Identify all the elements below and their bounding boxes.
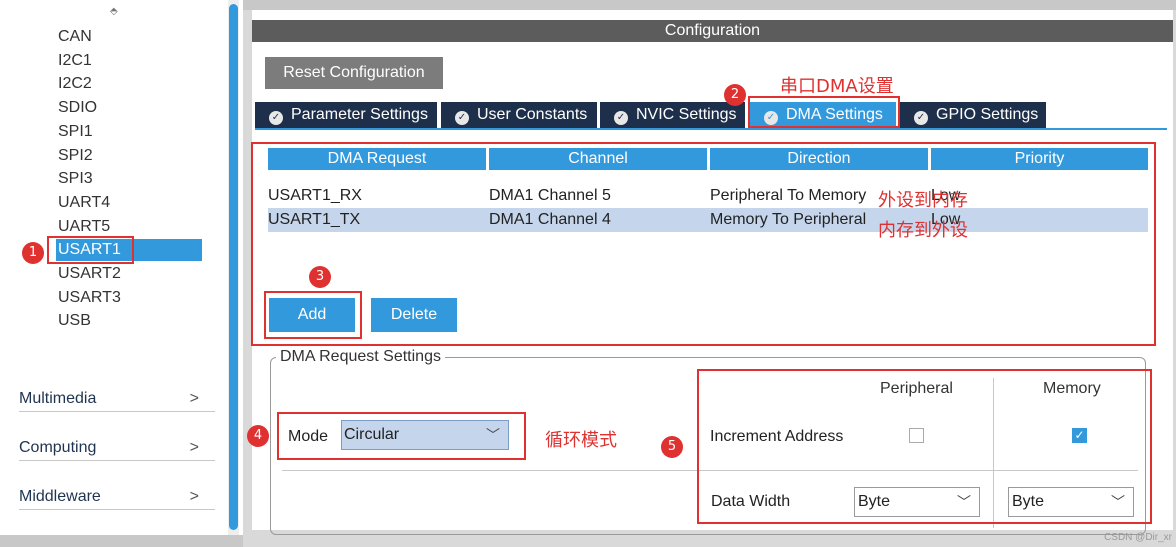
annotation-box-add xyxy=(264,291,362,339)
category-middleware[interactable]: Middleware > xyxy=(19,484,215,510)
tab-label: Parameter Settings xyxy=(291,106,428,123)
tab-user-constants[interactable]: ✓ User Constants xyxy=(441,102,597,128)
app-window: ⬘ CAN I2C1 I2C2 SDIO SPI1 SPI2 SPI3 UART4 UART5 U… xyxy=(0,0,1176,547)
sidebar-item-uart5[interactable]: UART5 xyxy=(58,216,110,238)
annotation-box-usart1 xyxy=(47,236,134,264)
chevron-right-icon: > xyxy=(189,439,199,456)
check-circle-icon: ✓ xyxy=(455,111,469,125)
panel-top-border xyxy=(243,0,1176,10)
annotation-badge: 1 xyxy=(22,242,44,264)
tab-label: User Constants xyxy=(477,106,588,123)
check-circle-icon: ✓ xyxy=(269,111,283,125)
sidebar-item-i2c1[interactable]: I2C1 xyxy=(58,50,92,72)
group-legend: DMA Request Settings xyxy=(276,348,445,366)
annotation-badge: 5 xyxy=(661,436,683,458)
annotation-badge: 4 xyxy=(247,425,269,447)
sidebar-item-usb[interactable]: USB xyxy=(58,310,91,332)
chevron-right-icon: > xyxy=(189,488,199,505)
sidebar-scrollbar[interactable] xyxy=(228,0,239,547)
annotation-box-dma-tab xyxy=(748,96,900,128)
sidebar-item-spi2[interactable]: SPI2 xyxy=(58,145,93,167)
sidebar: ⬘ CAN I2C1 I2C2 SDIO SPI1 SPI2 SPI3 UART4 UART5 U… xyxy=(0,0,228,547)
watermark: CSDN @Dir_xr xyxy=(1104,532,1172,543)
scroll-up-icon[interactable]: ⬘ xyxy=(110,6,118,17)
annotation-mode-note: 循环模式 xyxy=(545,430,617,451)
tab-gpio-settings[interactable]: ✓ GPIO Settings xyxy=(900,102,1046,128)
tab-parameter-settings[interactable]: ✓ Parameter Settings xyxy=(255,102,437,128)
category-computing[interactable]: Computing > xyxy=(19,435,215,461)
annotation-box-mode xyxy=(277,412,526,460)
category-label: Computing xyxy=(19,439,97,456)
tab-nvic-settings[interactable]: ✓ NVIC Settings xyxy=(600,102,745,128)
check-circle-icon: ✓ xyxy=(914,111,928,125)
config-title: Configuration xyxy=(252,20,1173,42)
category-label: Middleware xyxy=(19,488,101,505)
chevron-right-icon: > xyxy=(189,390,199,407)
annotation-box-address-width xyxy=(697,369,1152,524)
annotation-tx-note: 内存到外设 xyxy=(878,220,968,241)
category-multimedia[interactable]: Multimedia > xyxy=(19,386,215,412)
tab-label: GPIO Settings xyxy=(936,106,1039,123)
category-label: Multimedia xyxy=(19,390,97,407)
sidebar-item-spi1[interactable]: SPI1 xyxy=(58,121,93,143)
bottom-bar xyxy=(0,535,243,547)
sidebar-item-usart3[interactable]: USART3 xyxy=(58,287,121,309)
sidebar-item-can[interactable]: CAN xyxy=(58,26,92,48)
annotation-badge: 3 xyxy=(309,266,331,288)
check-circle-icon: ✓ xyxy=(614,111,628,125)
annotation-dma-settings-note: 串口DMA设置 xyxy=(780,76,894,97)
annotation-box-dma-table xyxy=(251,142,1156,346)
sidebar-item-usart2[interactable]: USART2 xyxy=(58,263,121,285)
sidebar-item-uart4[interactable]: UART4 xyxy=(58,192,110,214)
divider xyxy=(282,470,697,471)
tab-underline xyxy=(255,128,1167,130)
reset-configuration-button[interactable]: Reset Configuration xyxy=(265,57,443,89)
tab-label: NVIC Settings xyxy=(636,106,737,123)
sidebar-item-i2c2[interactable]: I2C2 xyxy=(58,73,92,95)
sidebar-item-spi3[interactable]: SPI3 xyxy=(58,168,93,190)
sidebar-item-sdio[interactable]: SDIO xyxy=(58,97,97,119)
annotation-badge: 2 xyxy=(724,84,746,106)
annotation-rx-note: 外设到内存 xyxy=(878,190,968,211)
scrollbar-thumb[interactable] xyxy=(229,4,238,530)
